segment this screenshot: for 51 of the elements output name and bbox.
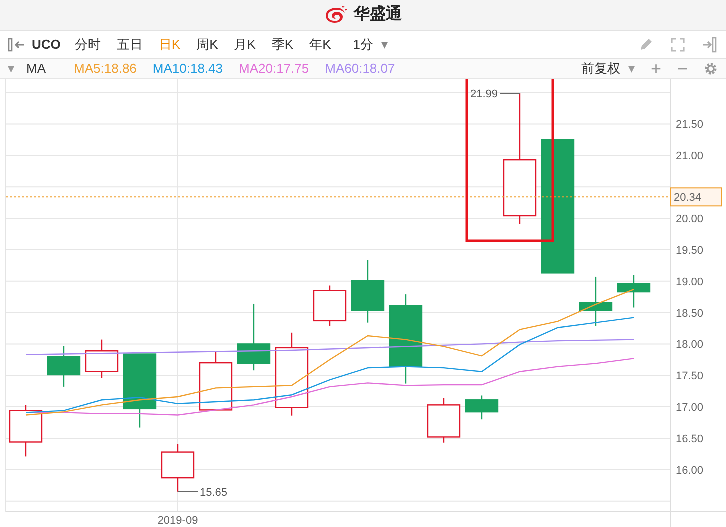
period-tab[interactable]: 年K <box>310 34 332 54</box>
candlestick <box>85 340 119 378</box>
axis-tick-label: 21.00 <box>676 150 704 163</box>
logo-text: 华盛通 <box>354 4 402 25</box>
axis-tick-label: 21.50 <box>676 119 704 132</box>
price-label: 21.99 <box>470 88 498 100</box>
exit-icon[interactable] <box>702 36 718 52</box>
stock-symbol: UCO <box>32 36 61 54</box>
axis-tick-label: 16.00 <box>676 464 704 477</box>
price-label: 15.65 <box>200 486 228 499</box>
candlestick <box>199 352 233 411</box>
period-tab[interactable]: 季K <box>272 34 294 54</box>
logo-icon <box>324 5 350 25</box>
axis-tick-label: 20.00 <box>676 214 704 226</box>
adjust-dropdown[interactable]: 前复权 ▾ <box>581 58 635 78</box>
price-tag-label: 20.34 <box>674 192 702 204</box>
indicator-value: MA20:17.75 <box>239 60 310 78</box>
candlestick <box>161 444 195 492</box>
axis-tick-label: 17.00 <box>676 402 704 414</box>
candlestick <box>427 398 461 443</box>
candlestick <box>465 396 499 420</box>
axis-tick-label: 18.50 <box>676 308 704 320</box>
axis-tick-label: 16.50 <box>676 433 704 446</box>
collapse-panel-icon[interactable] <box>8 38 26 52</box>
candlestick <box>47 346 81 387</box>
axis-tick-label: 19.50 <box>676 244 704 257</box>
indicator-value: MA5:18.86 <box>74 60 137 78</box>
axis-tick-label: 17.50 <box>676 370 704 383</box>
indicator-value: MA60:18.07 <box>325 60 396 78</box>
candlestick <box>237 304 271 371</box>
interval-dropdown[interactable]: 1分 ▾ <box>353 34 388 54</box>
period-tab[interactable]: 月K <box>234 34 256 54</box>
period-tab[interactable]: 分时 <box>74 34 101 54</box>
period-tab[interactable]: 五日 <box>116 34 143 54</box>
candlestick <box>9 405 43 457</box>
period-tab[interactable]: 周K <box>196 34 218 54</box>
indicator-name: MA <box>26 60 46 78</box>
leader-line <box>178 491 198 492</box>
settings-icon[interactable] <box>704 62 718 76</box>
pencil-icon[interactable] <box>638 36 654 52</box>
axis-tick-label: 19.00 <box>676 276 704 288</box>
candlestick <box>617 275 651 308</box>
leader-line <box>500 92 520 94</box>
candlestick <box>351 260 385 323</box>
date-label: 2019-09 <box>158 515 198 527</box>
axis-tick-label: 18.00 <box>676 339 704 352</box>
fullscreen-icon[interactable] <box>670 36 686 52</box>
price-tag <box>670 188 722 207</box>
indicator-value: MA10:18.43 <box>152 60 224 78</box>
candlestick <box>313 286 347 326</box>
candlestick <box>579 276 613 326</box>
